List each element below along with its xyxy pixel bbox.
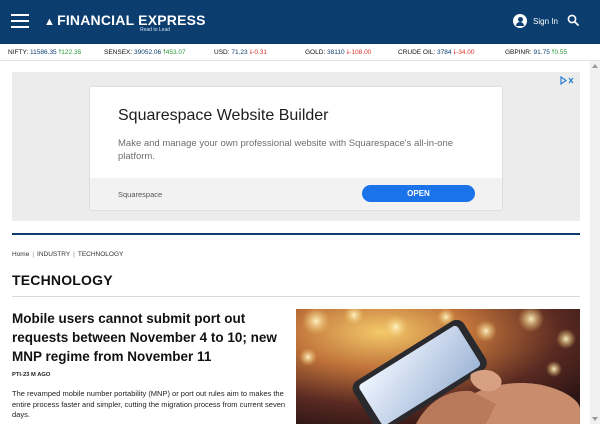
ad-title[interactable]: Squarespace Website Builder xyxy=(118,107,329,125)
breadcrumb: Home | INDUSTRY | TECHNOLOGY xyxy=(12,251,124,258)
site-logo[interactable]: ▲ FINANCIAL EXPRESS Read to Lead xyxy=(44,12,206,33)
ad-footer: Squarespace OPEN xyxy=(90,178,502,210)
ticker-item-crude-oil[interactable]: CRUDE OIL: 3784 🠗-34.00 xyxy=(398,48,475,59)
breadcrumb-technology[interactable]: TECHNOLOGY xyxy=(78,251,124,258)
scrollbar[interactable] xyxy=(590,61,600,424)
ad-open-button[interactable]: OPEN xyxy=(362,185,475,202)
article-summary: The revamped mobile number portability (… xyxy=(12,389,286,419)
ticker-item-gold[interactable]: GOLD: 38110 🠗-108.00 xyxy=(305,48,371,59)
market-ticker: NIFTY: 11586.35 🠕122.35 SENSEX: 39052.06… xyxy=(0,44,600,61)
article-image[interactable] xyxy=(296,309,580,424)
breadcrumb-home[interactable]: Home xyxy=(12,251,29,258)
ticker-item-nifty[interactable]: NIFTY: 11586.35 🠕122.35 xyxy=(8,48,81,59)
ticker-item-sensex[interactable]: SENSEX: 39052.06 🠕453.07 xyxy=(104,48,186,59)
ad-card[interactable]: Squarespace Website Builder Make and man… xyxy=(90,87,502,210)
logo-arrow-icon: ▲ xyxy=(44,16,56,28)
page-title: TECHNOLOGY xyxy=(12,272,113,288)
header-bar: ▲ FINANCIAL EXPRESS Read to Lead Sign In xyxy=(0,0,600,44)
ticker-item-gbpinr[interactable]: GBPINR: 91.75 🠕0.55 xyxy=(505,48,567,59)
ad-banner: Squarespace Website Builder Make and man… xyxy=(12,72,580,221)
article-headline[interactable]: Mobile users cannot submit port out requ… xyxy=(12,309,284,366)
section-divider xyxy=(12,233,580,235)
divider xyxy=(12,296,580,297)
menu-icon[interactable] xyxy=(11,14,29,28)
ad-description: Make and manage your own professional we… xyxy=(118,138,454,162)
search-icon[interactable] xyxy=(567,14,579,26)
breadcrumb-industry[interactable]: INDUSTRY xyxy=(37,251,70,258)
scroll-down-icon[interactable] xyxy=(592,417,598,421)
logo-tagline: Read to Lead xyxy=(140,27,171,33)
ticker-item-usd[interactable]: USD: 71.23 🠗-0.31 xyxy=(214,48,267,59)
signin-label: Sign In xyxy=(533,16,558,26)
ad-brand: Squarespace xyxy=(118,190,163,199)
article-byline: PTI-23 M AGO xyxy=(12,372,51,378)
signin-button[interactable]: Sign In xyxy=(513,14,558,28)
smartphone-photo xyxy=(296,309,580,424)
logo-text: FINANCIAL EXPRESS xyxy=(57,12,206,28)
scroll-up-icon[interactable] xyxy=(592,64,598,68)
ad-choices-icon[interactable] xyxy=(560,76,574,85)
user-icon xyxy=(513,14,527,28)
